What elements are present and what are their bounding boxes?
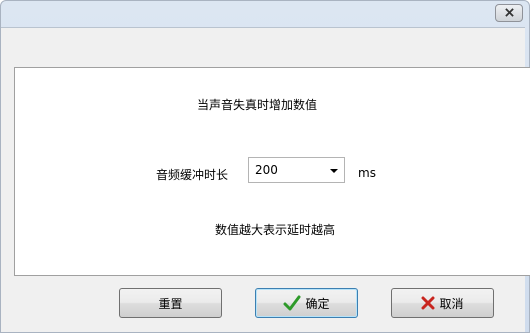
cancel-button-label: 取消 xyxy=(439,296,464,311)
close-button[interactable] xyxy=(495,4,523,22)
cancel-button[interactable]: 取消 xyxy=(391,288,494,318)
ok-button-label: 确定 xyxy=(305,296,330,311)
dialog-body: 当声音失真时增加数值 音频缓冲时长 200 ms 数值越大表示延时越高 xyxy=(1,27,530,332)
reset-button[interactable]: 重置 xyxy=(119,288,222,318)
close-icon xyxy=(504,6,514,20)
chevron-down-icon xyxy=(330,169,338,173)
hint-text: 数值越大表示延时越高 xyxy=(215,223,336,237)
unit-label: ms xyxy=(358,166,376,180)
dialog-window: 当声音失真时增加数值 音频缓冲时长 200 ms 数值越大表示延时越高 xyxy=(0,0,530,333)
buffer-value: 200 xyxy=(255,163,278,177)
red-x-icon xyxy=(421,296,435,310)
buffer-label: 音频缓冲时长 xyxy=(156,168,229,182)
ok-button[interactable]: 确定 xyxy=(255,288,358,318)
heading-text: 当声音失真时增加数值 xyxy=(196,98,317,112)
settings-panel: 当声音失真时增加数值 音频缓冲时长 200 ms 数值越大表示延时越高 xyxy=(14,67,530,276)
reset-button-label: 重置 xyxy=(158,296,183,311)
title-bar[interactable] xyxy=(1,1,529,27)
buffer-dropdown[interactable]: 200 xyxy=(248,157,345,183)
checkmark-icon xyxy=(283,295,301,311)
